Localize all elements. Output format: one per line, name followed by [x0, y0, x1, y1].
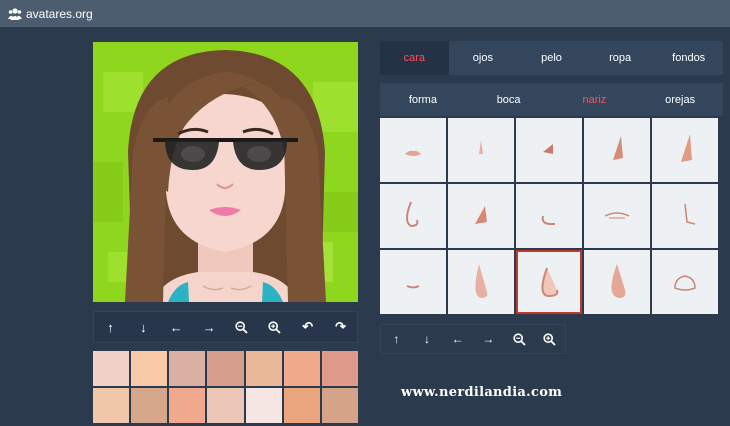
- rotate-right-icon: ↷: [335, 319, 347, 334]
- zoom-in-icon: [543, 332, 556, 346]
- nose-icon: [406, 285, 420, 289]
- zoom-out-icon: [235, 320, 249, 334]
- subtab-forma[interactable]: forma: [380, 83, 466, 116]
- tab-ropa[interactable]: ropa: [586, 41, 655, 75]
- nose-option[interactable]: [584, 184, 650, 248]
- skin-color-swatch[interactable]: [93, 351, 130, 386]
- arrow-left-icon: ←: [451, 332, 464, 346]
- part-arrow-up-button[interactable]: ↑: [381, 325, 412, 353]
- skin-color-swatch[interactable]: [131, 351, 168, 386]
- avatar-arrow-up-button[interactable]: ↑: [94, 312, 127, 342]
- nose-options-grid: [380, 118, 725, 318]
- skin-color-swatch[interactable]: [245, 388, 282, 423]
- nose-option[interactable]: [380, 184, 446, 248]
- nose-option[interactable]: [448, 184, 514, 248]
- arrow-up-icon: ↑: [107, 319, 114, 335]
- nose-option[interactable]: [380, 250, 446, 314]
- skin-color-swatch[interactable]: [207, 388, 244, 423]
- arrow-up-icon: ↑: [393, 332, 400, 346]
- tab-fondos[interactable]: fondos: [654, 41, 723, 75]
- part-position-toolbar: ↑ ↓ ← →: [380, 324, 566, 354]
- nose-icon: [541, 267, 559, 298]
- skin-color-swatch[interactable]: [207, 351, 244, 386]
- skin-color-swatch[interactable]: [245, 351, 282, 386]
- tab-cara[interactable]: cara: [380, 41, 449, 75]
- part-arrow-down-button[interactable]: ↓: [412, 325, 443, 353]
- nose-option[interactable]: [652, 118, 718, 182]
- arrow-down-icon: ↓: [424, 332, 430, 346]
- nose-icon: [613, 136, 623, 160]
- zoom-out-icon: [512, 332, 526, 346]
- nose-icon: [479, 140, 483, 154]
- nose-icon: [681, 134, 692, 162]
- skin-color-swatch[interactable]: [93, 388, 130, 423]
- part-zoom-out-button[interactable]: [504, 325, 535, 353]
- part-zoom-in-button[interactable]: [534, 325, 565, 353]
- avatar-arrow-right-button[interactable]: →: [193, 312, 226, 342]
- skin-color-swatch[interactable]: [283, 351, 320, 386]
- nose-icon: [475, 206, 487, 224]
- nose-icon: [543, 144, 553, 154]
- nose-icon: [541, 215, 555, 225]
- avatar-rotate-right-button[interactable]: ↷: [324, 312, 357, 342]
- subtab-orejas[interactable]: orejas: [637, 83, 723, 116]
- skin-color-swatch[interactable]: [321, 388, 358, 423]
- avatar-arrow-down-button[interactable]: ↓: [127, 312, 160, 342]
- nose-option[interactable]: [516, 250, 582, 314]
- category-tabs: cara ojos pelo ropa fondos: [380, 41, 723, 75]
- rotate-left-icon: ↶: [302, 319, 314, 334]
- nose-option[interactable]: [652, 184, 718, 248]
- avatar-rotate-left-button[interactable]: ↶: [291, 312, 324, 342]
- nose-option[interactable]: [448, 250, 514, 314]
- subtab-nariz[interactable]: nariz: [552, 83, 638, 116]
- nose-option[interactable]: [380, 118, 446, 182]
- part-arrow-left-button[interactable]: ←: [442, 325, 473, 353]
- nose-option[interactable]: [652, 250, 718, 314]
- app-title[interactable]: avatares.org: [26, 7, 93, 21]
- skin-color-swatch[interactable]: [169, 388, 206, 423]
- watermark: www.nerdilandia.com: [401, 385, 563, 400]
- nose-icon: [684, 203, 696, 225]
- nose-icon: [475, 264, 488, 298]
- part-arrow-right-button[interactable]: →: [473, 325, 504, 353]
- arrow-right-icon: →: [202, 319, 216, 335]
- arrow-right-icon: →: [482, 332, 495, 346]
- nose-icon: [405, 150, 421, 156]
- nose-option[interactable]: [584, 118, 650, 182]
- nose-icon: [406, 201, 419, 228]
- skin-color-swatch[interactable]: [131, 388, 168, 423]
- nose-icon: [674, 275, 696, 291]
- top-bar: avatares.org: [0, 0, 730, 27]
- nose-option[interactable]: [584, 250, 650, 314]
- arrow-left-icon: ←: [169, 319, 183, 335]
- nose-option[interactable]: [516, 118, 582, 182]
- nose-icon: [611, 264, 626, 298]
- skin-color-swatch[interactable]: [283, 388, 320, 423]
- tab-pelo[interactable]: pelo: [517, 41, 586, 75]
- zoom-in-icon: [268, 320, 281, 334]
- arrow-down-icon: ↓: [140, 319, 147, 335]
- avatar-zoom-in-button[interactable]: [258, 312, 291, 342]
- tab-ojos[interactable]: ojos: [449, 41, 518, 75]
- subtab-boca[interactable]: boca: [466, 83, 552, 116]
- skin-color-swatch[interactable]: [321, 351, 358, 386]
- subcategory-tabs: forma boca nariz orejas: [380, 83, 723, 116]
- avatar-arrow-left-button[interactable]: ←: [160, 312, 193, 342]
- skin-color-palette: [93, 351, 358, 426]
- nose-option[interactable]: [516, 184, 582, 248]
- avatar-preview: [93, 42, 358, 302]
- avatar-zoom-out-button[interactable]: [226, 312, 259, 342]
- avatar-position-toolbar: ↑ ↓ ← → ↶ ↷: [93, 311, 358, 343]
- nose-option[interactable]: [448, 118, 514, 182]
- users-icon: [8, 7, 22, 20]
- skin-color-swatch[interactable]: [169, 351, 206, 386]
- nose-icon: [604, 212, 630, 219]
